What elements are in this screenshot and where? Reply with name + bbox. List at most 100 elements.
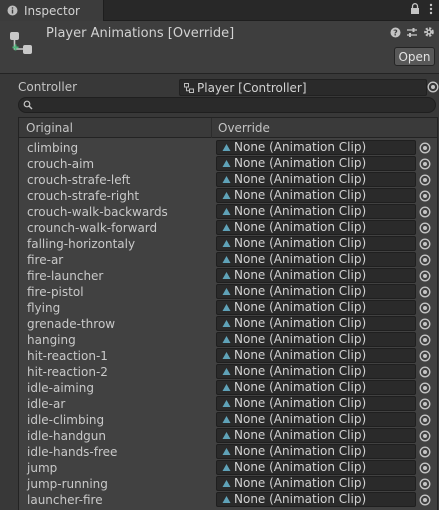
override-clip-field[interactable]: None (Animation Clip)	[216, 396, 416, 411]
original-clip-name: crouch-strafe-right	[27, 189, 140, 203]
inspector-tab[interactable]: Inspector	[0, 0, 104, 21]
controller-label: Controller	[18, 80, 78, 94]
object-picker-icon[interactable]	[419, 142, 431, 154]
original-clip-name: idle-ar	[27, 397, 66, 411]
override-clip-field[interactable]: None (Animation Clip)	[216, 252, 416, 267]
override-clip-field[interactable]: None (Animation Clip)	[216, 332, 416, 347]
object-picker-icon[interactable]	[419, 206, 431, 218]
object-picker-icon[interactable]	[419, 158, 431, 170]
table-rows: climbing None (Animation Clip) crouch-aim N…	[19, 140, 437, 508]
table-row: jump-running None (Animation Clip)	[19, 476, 437, 492]
table-row: crouch-aim None (Animation Clip)	[19, 156, 437, 172]
table-row: fire-pistol None (Animation Clip)	[19, 284, 437, 300]
object-picker-icon[interactable]	[419, 318, 431, 330]
object-picker-icon[interactable]	[419, 286, 431, 298]
table-row: crouch-strafe-left None (Animation Clip)	[19, 172, 437, 188]
object-picker-icon[interactable]	[419, 446, 431, 458]
lock-icon[interactable]	[410, 3, 420, 15]
table-row: idle-handgun None (Animation Clip)	[19, 428, 437, 444]
gear-icon[interactable]	[423, 26, 435, 38]
override-clip-field[interactable]: None (Animation Clip)	[216, 204, 416, 219]
override-clip-field[interactable]: None (Animation Clip)	[216, 380, 416, 395]
override-clip-field[interactable]: None (Animation Clip)	[216, 364, 416, 379]
animation-clip-icon	[222, 336, 231, 343]
object-picker-icon[interactable]	[419, 462, 431, 474]
override-clip-field[interactable]: None (Animation Clip)	[216, 236, 416, 251]
table-header: Original Override	[19, 118, 437, 138]
table-row: crouch-walk-backwards None (Animation Cli…	[19, 204, 437, 220]
kebab-menu-icon[interactable]	[429, 3, 433, 15]
object-picker-icon[interactable]	[427, 81, 439, 93]
override-clip-field[interactable]: None (Animation Clip)	[216, 444, 416, 459]
override-clip-field[interactable]: None (Animation Clip)	[216, 492, 416, 507]
animation-clip-icon	[222, 176, 231, 183]
original-clip-name: crouch-walk-backwards	[27, 205, 168, 219]
controller-field[interactable]: Player [Controller]	[179, 79, 427, 96]
column-override[interactable]: Override	[218, 121, 270, 135]
help-icon[interactable]: ?	[390, 27, 401, 38]
override-clip-value: None (Animation Clip)	[234, 428, 367, 442]
override-clip-field[interactable]: None (Animation Clip)	[216, 268, 416, 283]
original-clip-name: hanging	[27, 333, 76, 347]
animation-clip-icon	[222, 192, 231, 199]
override-clip-field[interactable]: None (Animation Clip)	[216, 156, 416, 171]
search-input[interactable]	[18, 97, 436, 113]
override-clip-field[interactable]: None (Animation Clip)	[216, 220, 416, 235]
object-picker-icon[interactable]	[419, 270, 431, 282]
object-picker-icon[interactable]	[419, 302, 431, 314]
override-clip-field[interactable]: None (Animation Clip)	[216, 412, 416, 427]
override-clip-field[interactable]: None (Animation Clip)	[216, 460, 416, 475]
search-icon	[23, 100, 33, 110]
override-clip-field[interactable]: None (Animation Clip)	[216, 188, 416, 203]
override-clip-value: None (Animation Clip)	[234, 220, 367, 234]
column-original[interactable]: Original	[26, 121, 73, 135]
object-picker-icon[interactable]	[419, 238, 431, 250]
original-clip-name: crounch-walk-forward	[27, 221, 158, 235]
override-table: Original Override climbing None (Animatio…	[18, 117, 438, 510]
animation-clip-icon	[222, 464, 231, 471]
object-picker-icon[interactable]	[419, 430, 431, 442]
override-clip-field[interactable]: None (Animation Clip)	[216, 348, 416, 363]
column-divider[interactable]	[211, 118, 212, 138]
object-picker-icon[interactable]	[419, 382, 431, 394]
object-picker-icon[interactable]	[419, 190, 431, 202]
override-clip-field[interactable]: None (Animation Clip)	[216, 428, 416, 443]
object-picker-icon[interactable]	[419, 478, 431, 490]
animation-clip-icon	[222, 272, 231, 279]
object-picker-icon[interactable]	[419, 366, 431, 378]
override-clip-field[interactable]: None (Animation Clip)	[216, 172, 416, 187]
override-clip-field[interactable]: None (Animation Clip)	[216, 316, 416, 331]
override-clip-field[interactable]: None (Animation Clip)	[216, 284, 416, 299]
table-row: jump None (Animation Clip)	[19, 460, 437, 476]
original-clip-name: launcher-fire	[27, 493, 103, 507]
object-picker-icon[interactable]	[419, 334, 431, 346]
object-picker-icon[interactable]	[419, 494, 431, 506]
override-clip-value: None (Animation Clip)	[234, 140, 367, 154]
override-clip-value: None (Animation Clip)	[234, 348, 367, 362]
object-picker-icon[interactable]	[419, 222, 431, 234]
table-row: climbing None (Animation Clip)	[19, 140, 437, 156]
override-clip-value: None (Animation Clip)	[234, 316, 367, 330]
original-clip-name: idle-hands-free	[27, 445, 118, 459]
original-clip-name: hit-reaction-1	[27, 349, 108, 363]
object-picker-icon[interactable]	[419, 350, 431, 362]
override-clip-field[interactable]: None (Animation Clip)	[216, 300, 416, 315]
object-picker-icon[interactable]	[419, 254, 431, 266]
table-row: fire-ar None (Animation Clip)	[19, 252, 437, 268]
animation-clip-icon	[222, 304, 231, 311]
object-picker-icon[interactable]	[419, 414, 431, 426]
inspector-tab-label: Inspector	[24, 3, 80, 18]
original-clip-name: fire-ar	[27, 253, 64, 267]
original-clip-name: jump-running	[27, 477, 108, 491]
object-picker-icon[interactable]	[419, 174, 431, 186]
object-picker-icon[interactable]	[419, 398, 431, 410]
preset-icon[interactable]	[406, 27, 418, 38]
open-button[interactable]: Open	[394, 47, 435, 66]
table-row: hit-reaction-2 None (Animation Clip)	[19, 364, 437, 380]
header-divider	[0, 73, 439, 74]
animation-clip-icon	[222, 144, 231, 151]
override-clip-value: None (Animation Clip)	[234, 364, 367, 378]
original-clip-name: jump	[27, 461, 58, 475]
override-clip-field[interactable]: None (Animation Clip)	[216, 140, 416, 155]
override-clip-field[interactable]: None (Animation Clip)	[216, 476, 416, 491]
